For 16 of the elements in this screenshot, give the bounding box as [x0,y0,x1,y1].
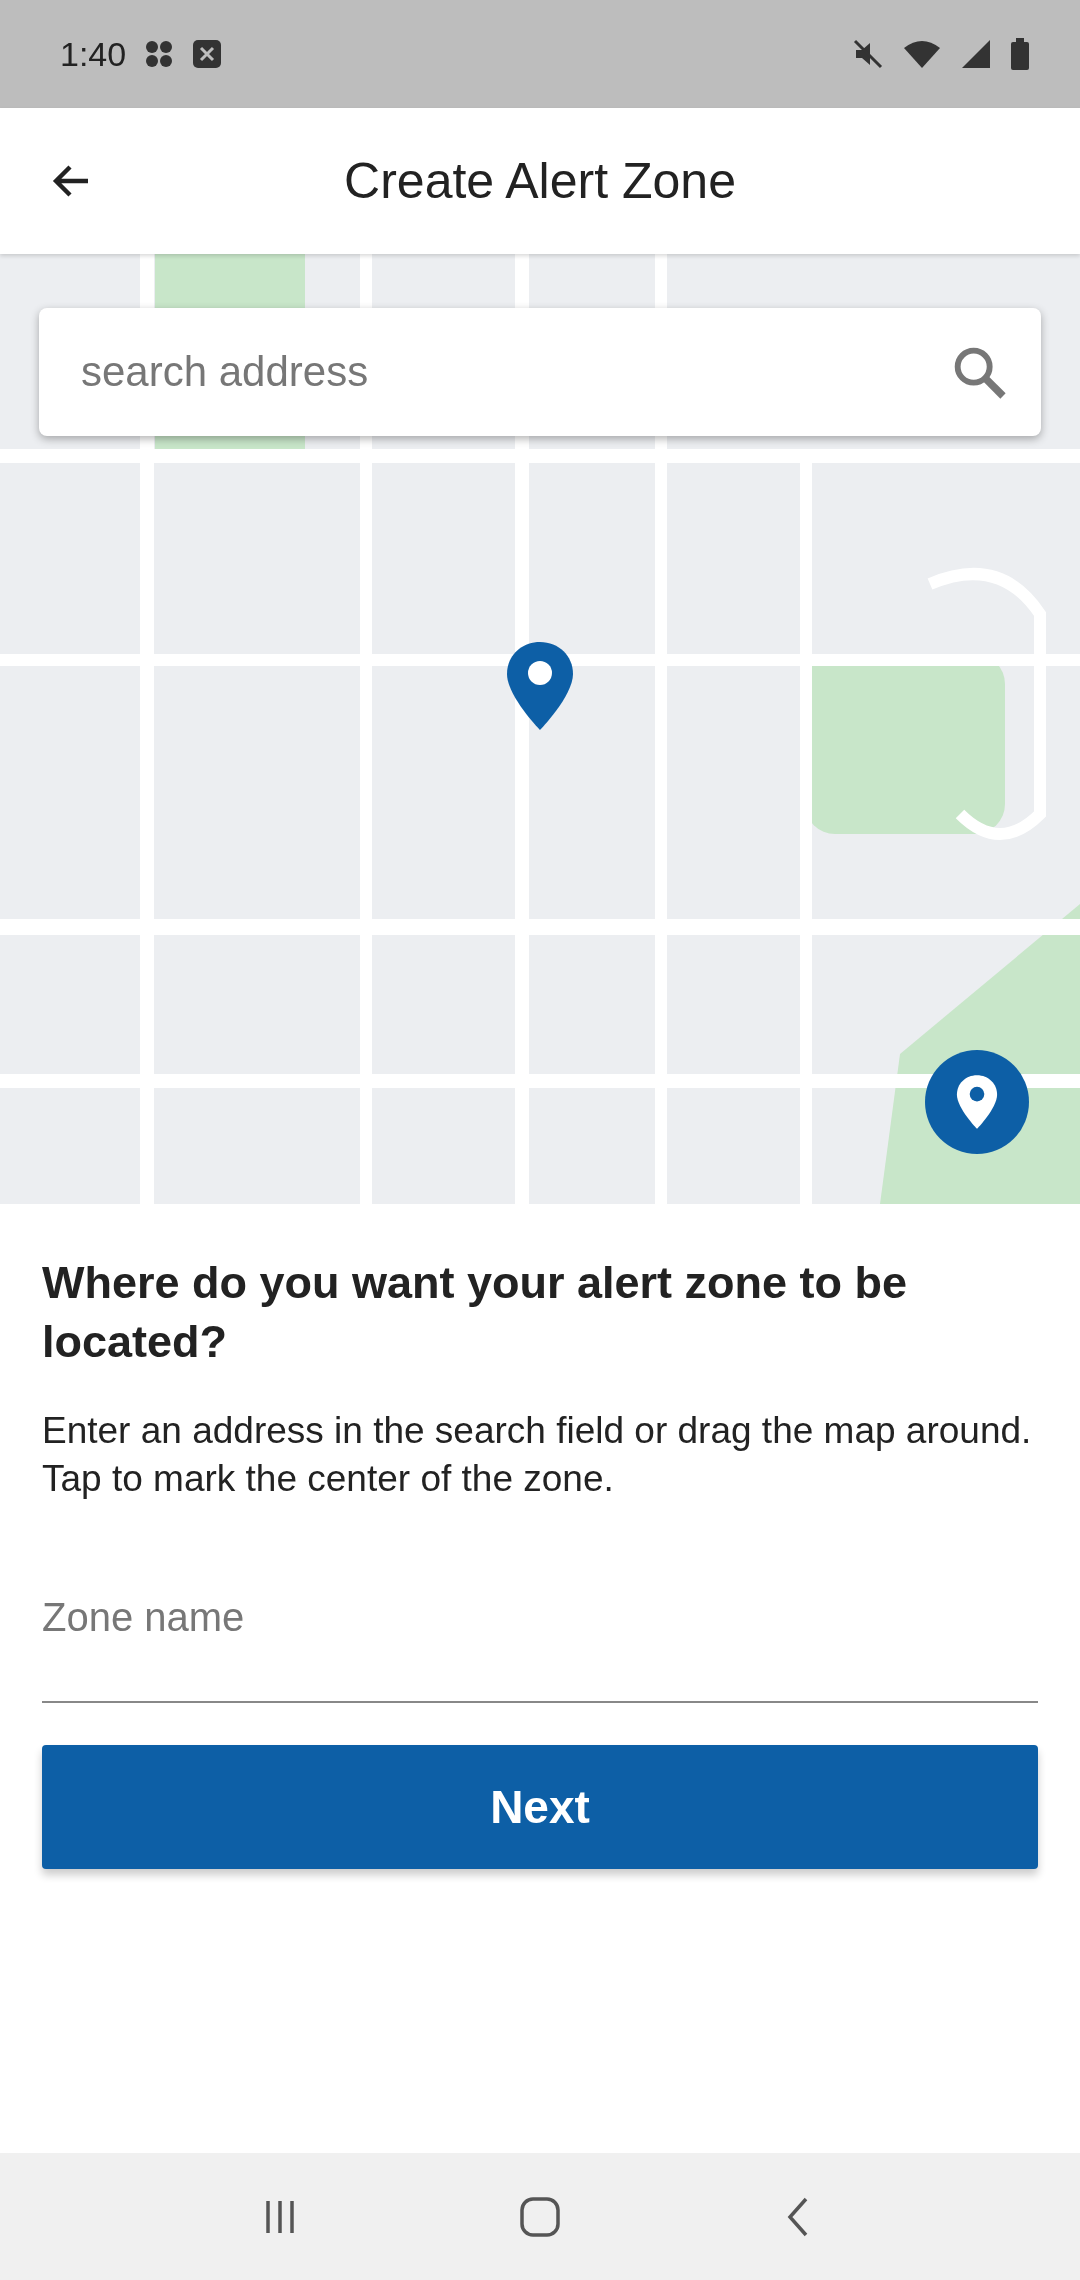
next-button[interactable]: Next [42,1745,1038,1870]
question-heading: Where do you want your alert zone to be located? [42,1256,909,1369]
search-field[interactable]: search address [79,347,947,397]
battery-icon [1010,38,1030,70]
search-bar[interactable]: search address [39,308,1041,436]
instructions-text: Enter an address in the search field or drag the map around. Tap to mark the center of the zone. [42,1409,1033,1502]
screen-title: Create Alert Zone [343,152,737,210]
notification-icon [144,39,175,69]
zone-name-field[interactable]: Zone name [42,1573,1038,1704]
signal-icon [960,38,992,70]
status-time: 1:40 [60,34,127,74]
mute-icon [852,38,884,70]
app-icon [192,39,223,69]
location-pin-icon [955,1074,999,1130]
wifi-icon [902,38,942,70]
map-pin-icon [505,640,575,732]
